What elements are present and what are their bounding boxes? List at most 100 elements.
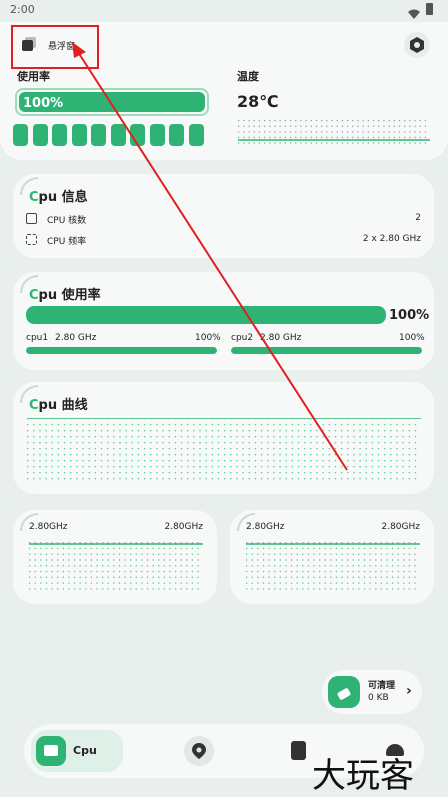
grid-dot bbox=[45, 547, 48, 550]
grid-dot bbox=[284, 131, 287, 133]
grid-dot bbox=[334, 472, 337, 474]
grid-dot bbox=[378, 125, 380, 127]
grid-dot bbox=[302, 588, 304, 590]
grid-dot bbox=[414, 136, 416, 139]
grid-dot bbox=[113, 460, 115, 462]
grid-dot bbox=[408, 472, 410, 474]
grid-dot bbox=[187, 442, 189, 444]
grid-dot bbox=[295, 136, 297, 139]
grid-dot bbox=[285, 454, 287, 456]
grid-dot bbox=[302, 565, 304, 567]
gear-icon bbox=[410, 37, 424, 53]
grid-dot bbox=[174, 472, 177, 474]
grid-dot bbox=[393, 131, 395, 133]
cleaner-button[interactable]: 可清理 0 KB › bbox=[322, 670, 422, 714]
grid-dot bbox=[334, 424, 337, 426]
grid-dot bbox=[409, 136, 411, 139]
grid-dot bbox=[174, 565, 177, 567]
usage-history-block bbox=[188, 124, 204, 146]
grid-dot bbox=[29, 565, 31, 567]
grid-dot bbox=[193, 466, 195, 468]
grid-dot bbox=[88, 418, 90, 420]
grid-dot bbox=[341, 559, 343, 561]
grid-dot bbox=[297, 448, 300, 450]
grid-dot bbox=[100, 436, 103, 438]
grid-dot bbox=[236, 424, 238, 426]
grid-dot bbox=[34, 570, 36, 573]
grid-dot bbox=[180, 570, 182, 573]
grid-dot bbox=[375, 582, 377, 584]
grid-dot bbox=[180, 436, 183, 438]
usage-history-block bbox=[130, 124, 145, 146]
grid-dot bbox=[285, 576, 287, 578]
grid-dot bbox=[340, 460, 343, 462]
grid-dot bbox=[262, 582, 265, 584]
grid-dot bbox=[279, 472, 281, 474]
settings-button[interactable] bbox=[404, 32, 430, 58]
grid-dot bbox=[358, 582, 360, 584]
grid-dot bbox=[94, 460, 97, 462]
grid-dot bbox=[248, 472, 250, 474]
grid-dot bbox=[186, 565, 188, 567]
grid-dot bbox=[113, 582, 115, 584]
grid-dot bbox=[290, 588, 293, 590]
grid-dot bbox=[353, 424, 355, 426]
grid-dot bbox=[369, 547, 371, 550]
grid-dot bbox=[267, 436, 269, 438]
grid-dot bbox=[141, 565, 143, 567]
grid-dot bbox=[267, 430, 269, 432]
grid-dot bbox=[27, 424, 29, 426]
grid-dot bbox=[396, 424, 398, 426]
grid-dot bbox=[73, 588, 76, 590]
grid-dot bbox=[300, 136, 302, 139]
grid-dot bbox=[397, 576, 399, 578]
grid-dot bbox=[358, 576, 360, 578]
grid-dot bbox=[180, 559, 182, 561]
grid-dot bbox=[236, 442, 238, 444]
grid-dot bbox=[403, 542, 405, 544]
grid-dot bbox=[163, 559, 166, 561]
grid-dot bbox=[363, 570, 366, 573]
grid-dot bbox=[357, 136, 359, 139]
grid-dot bbox=[296, 570, 298, 573]
grid-dot bbox=[318, 547, 321, 550]
grid-dot bbox=[396, 454, 398, 456]
grid-dot bbox=[408, 424, 410, 426]
grid-dot bbox=[27, 448, 29, 450]
nav-item-storage[interactable] bbox=[284, 736, 314, 766]
grid-dot bbox=[260, 472, 263, 474]
grid-dot bbox=[365, 460, 367, 462]
grid-dot bbox=[236, 472, 238, 474]
grid-dot bbox=[119, 430, 121, 432]
grid-dot bbox=[274, 547, 276, 550]
grid-dot bbox=[331, 120, 333, 122]
nav-item-location[interactable] bbox=[184, 736, 214, 766]
grid-dot bbox=[199, 448, 201, 450]
grid-dot bbox=[390, 472, 392, 474]
grid-dot bbox=[297, 424, 300, 426]
grid-dot bbox=[274, 120, 276, 122]
grid-dot bbox=[258, 131, 261, 133]
grid-dot bbox=[150, 460, 152, 462]
grid-dot bbox=[211, 460, 213, 462]
grid-dot bbox=[33, 430, 35, 432]
grid-dot bbox=[363, 582, 366, 584]
grid-dot bbox=[324, 553, 326, 555]
grid-dot bbox=[162, 466, 164, 468]
grid-dot bbox=[130, 576, 132, 578]
grid-dot bbox=[40, 559, 42, 561]
grid-dot bbox=[347, 570, 349, 573]
grid-dot bbox=[79, 542, 81, 544]
grid-dot bbox=[365, 478, 367, 480]
grid-dot bbox=[263, 125, 266, 127]
grid-dot bbox=[424, 125, 427, 127]
grid-dot bbox=[274, 131, 276, 133]
grid-dot bbox=[125, 478, 127, 480]
grid-dot bbox=[408, 448, 410, 450]
grid-dot bbox=[193, 448, 195, 450]
grid-dot bbox=[119, 418, 121, 420]
nav-item-cpu[interactable]: Cpu bbox=[31, 730, 123, 772]
grid-dot bbox=[156, 448, 158, 450]
nav-cpu-label: Cpu bbox=[73, 744, 97, 757]
grid-dot bbox=[328, 442, 330, 444]
